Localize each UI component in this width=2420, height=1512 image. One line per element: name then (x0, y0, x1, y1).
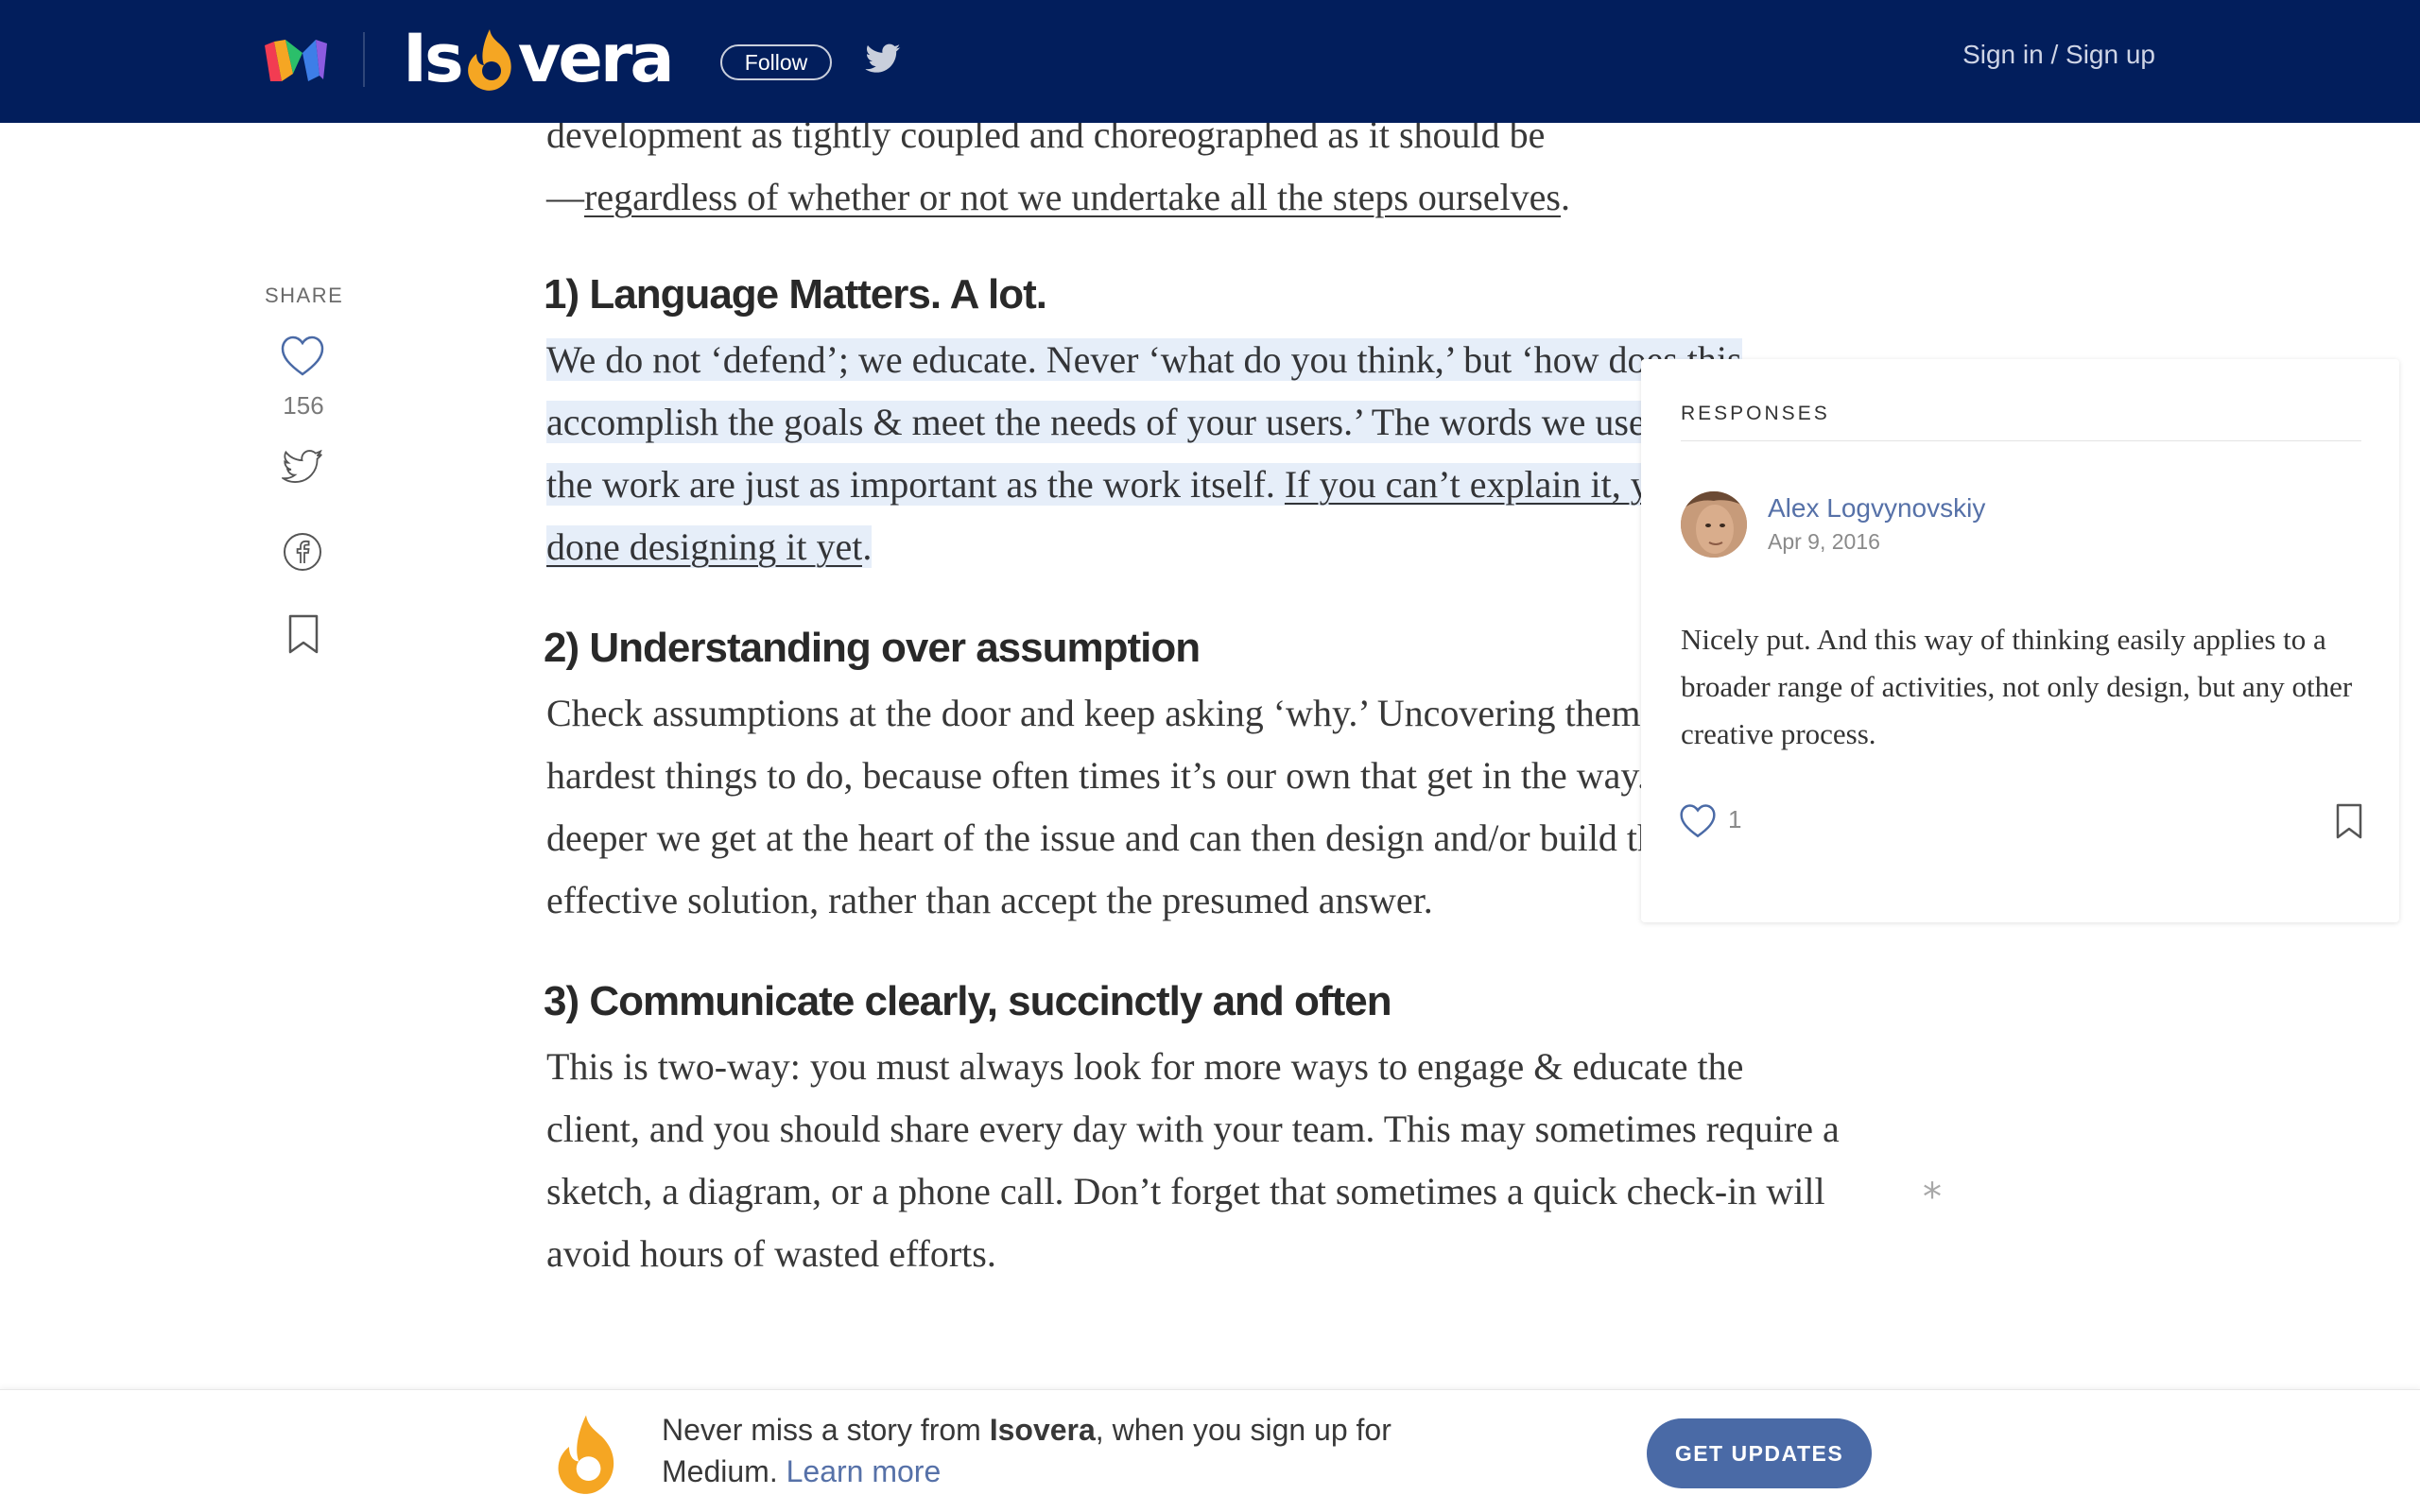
top-navigation-bar: Is vera Follow Sign in / Sign up (0, 0, 2420, 123)
flame-logo-icon (467, 29, 511, 91)
banner-text: Never miss a story from Isovera, when yo… (662, 1409, 1512, 1492)
responses-title: RESPONSES (1681, 403, 1830, 424)
star-marker: * (1923, 1176, 1942, 1219)
response-like-count: 1 (1728, 805, 1742, 833)
banner-text-before: Never miss a story from (662, 1413, 990, 1447)
response-date: Apr 9, 2016 (1768, 529, 1880, 554)
signup-banner: Never miss a story from Isovera, when yo… (0, 1389, 2420, 1512)
avatar[interactable] (1681, 491, 1747, 558)
intro-link[interactable]: regardless of whether or not we undertak… (584, 176, 1561, 218)
section-heading-1: 1) Language Matters. A lot. (544, 271, 1047, 318)
share-label: SHARE (265, 284, 344, 307)
twitter-icon[interactable] (864, 43, 902, 76)
avatar-image (1681, 491, 1747, 558)
sign-in-link[interactable]: Sign in / Sign up (1962, 40, 2155, 70)
facebook-share-icon[interactable] (282, 531, 323, 573)
publication-logo[interactable]: Is vera (403, 20, 675, 97)
response-author[interactable]: Alex Logvynovskiy (1768, 493, 1985, 524)
follow-button[interactable]: Follow (720, 44, 832, 80)
responses-panel: RESPONSES Alex Logvynovskiy Apr 9, 2016 … (1641, 359, 2399, 922)
get-updates-button[interactable]: GET UPDATES (1647, 1418, 1872, 1488)
divider (1681, 440, 2361, 441)
medium-logo-icon[interactable] (265, 38, 327, 85)
highlighted-end: . (862, 525, 873, 568)
response-body[interactable]: Nicely put. And this way of thinking eas… (1681, 616, 2363, 758)
bookmark-icon[interactable] (287, 614, 320, 654)
banner-publication: Isovera (989, 1413, 1096, 1447)
flame-logo-icon (558, 1415, 614, 1494)
heart-icon[interactable] (1679, 803, 1717, 839)
section-heading-3: 3) Communicate clearly, succinctly and o… (544, 978, 1392, 1024)
section-body-3: This is two-way: you must always look fo… (546, 1045, 1840, 1275)
like-count: 156 (283, 391, 324, 420)
twitter-share-icon[interactable] (282, 450, 323, 486)
learn-more-link[interactable]: Learn more (786, 1454, 942, 1488)
bookmark-icon[interactable] (2335, 803, 2363, 839)
intro-end: . (1561, 176, 1570, 218)
heart-icon[interactable] (280, 335, 325, 378)
intro-dash: — (546, 176, 584, 218)
brand-prefix: Is (403, 20, 464, 97)
brand-suffix: vera (517, 20, 675, 97)
divider (363, 32, 365, 87)
